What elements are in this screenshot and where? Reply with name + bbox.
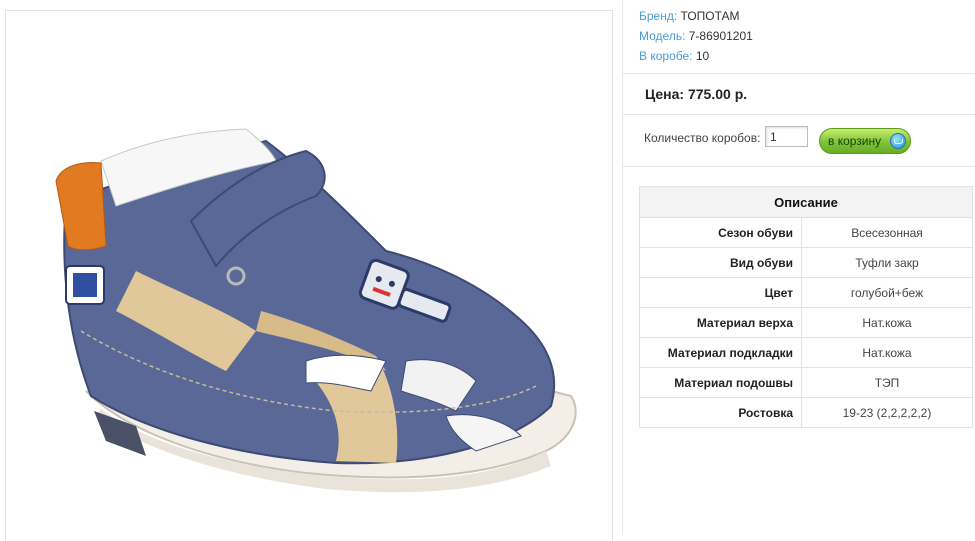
per-box-row: В коробе: 10 <box>639 46 753 66</box>
per-box-label[interactable]: В коробе: <box>639 49 693 63</box>
add-to-cart-label: в корзину <box>828 134 882 148</box>
model-label[interactable]: Модель: <box>639 29 685 43</box>
spec-value: Нат.кожа <box>801 337 973 368</box>
product-photo <box>55 128 577 493</box>
divider-purchase <box>623 166 975 167</box>
table-row: Материал подкладки Нат.кожа <box>639 337 973 368</box>
spec-key: Материал подкладки <box>639 337 802 368</box>
product-image-frame[interactable] <box>5 10 613 541</box>
model-row: Модель: 7-86901201 <box>639 26 753 46</box>
table-row: Ростовка 19-23 (2,2,2,2,2) <box>639 397 973 428</box>
divider-top <box>623 73 975 74</box>
per-box-value: 10 <box>695 49 710 63</box>
brand-row: Бренд: ТОПОТАМ <box>639 6 753 26</box>
spec-key: Сезон обуви <box>639 217 802 248</box>
table-row: Сезон обуви Всесезонная <box>639 217 973 248</box>
add-to-cart-button[interactable]: в корзину <box>819 128 911 154</box>
spec-key: Цвет <box>639 277 802 308</box>
brand-label[interactable]: Бренд: <box>639 9 677 23</box>
spec-key: Ростовка <box>639 397 802 428</box>
price: Цена: 775.00 р. <box>645 86 748 102</box>
divider-price <box>623 114 975 115</box>
brand-value: ТОПОТАМ <box>680 9 740 23</box>
table-row: Материал подошвы ТЭП <box>639 367 973 398</box>
specs-table: Описание Сезон обуви Всесезонная Вид обу… <box>639 186 973 428</box>
spec-value: Нат.кожа <box>801 307 973 338</box>
table-row: Цвет голубой+беж <box>639 277 973 308</box>
spec-value: 19-23 (2,2,2,2,2) <box>801 397 973 428</box>
spec-value: голубой+беж <box>801 277 973 308</box>
cart-icon <box>890 133 906 149</box>
spec-key: Материал верха <box>639 307 802 338</box>
spec-key: Вид обуви <box>639 247 802 278</box>
spec-value: Всесезонная <box>801 217 973 248</box>
specs-header-row: Описание <box>639 186 973 218</box>
product-meta: Бренд: ТОПОТАМ Модель: 7-86901201 В коро… <box>639 6 753 66</box>
quantity-label: Количество коробов: <box>644 131 761 145</box>
specs-header: Описание <box>639 186 973 218</box>
quantity-input[interactable] <box>765 126 808 147</box>
spec-key: Материал подошвы <box>639 367 802 398</box>
table-row: Вид обуви Туфли закр <box>639 247 973 278</box>
table-row: Материал верха Нат.кожа <box>639 307 973 338</box>
model-value: 7-86901201 <box>688 29 753 43</box>
spec-value: ТЭП <box>801 367 973 398</box>
column-divider <box>622 0 623 535</box>
spec-value: Туфли закр <box>801 247 973 278</box>
